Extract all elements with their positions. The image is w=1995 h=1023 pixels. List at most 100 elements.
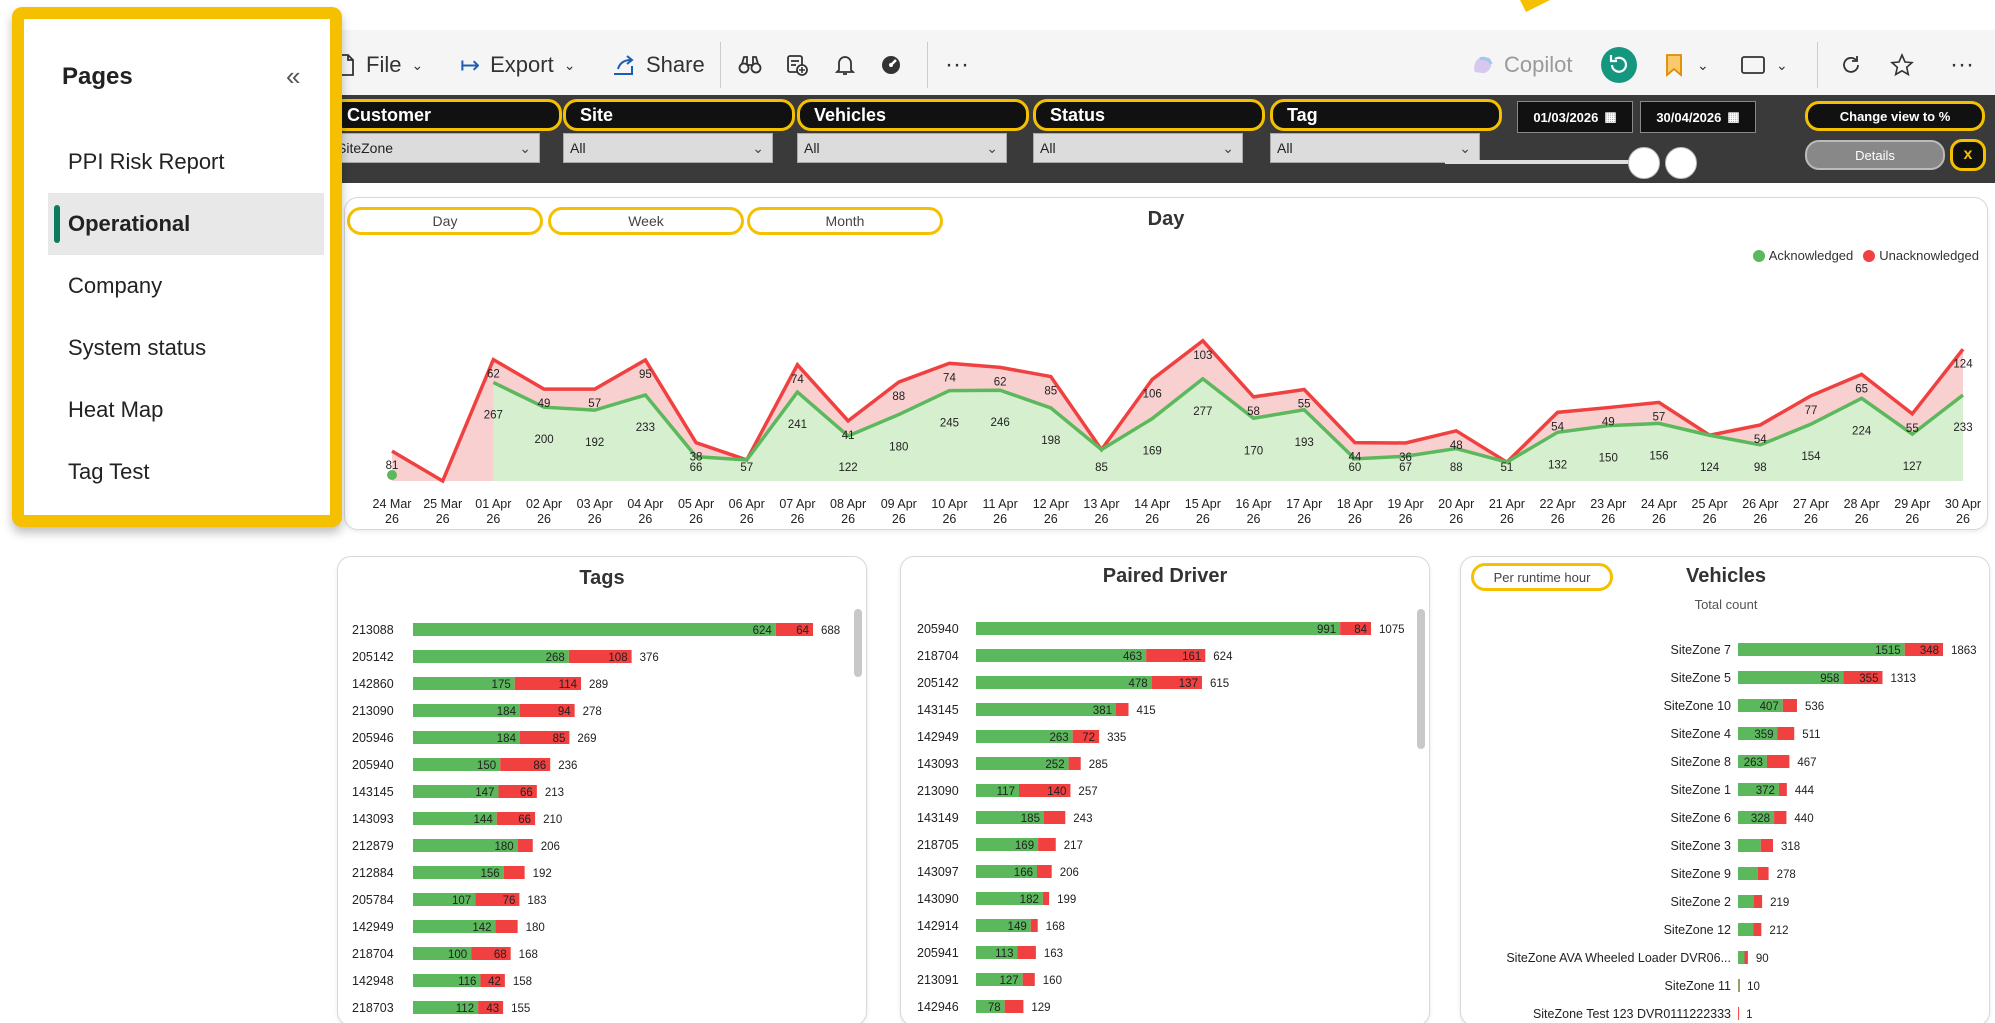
bar-unack-segment <box>1774 811 1787 824</box>
bar-total-value: 90 <box>1756 953 1769 965</box>
x-tick-label: 06 Apr 26 <box>729 497 765 526</box>
more-options-button[interactable]: ··· <box>945 30 969 100</box>
file-label: File <box>366 52 402 77</box>
change-view-button[interactable]: Change view to % <box>1805 101 1985 131</box>
paired-scrollbar[interactable] <box>1417 609 1425 749</box>
date-slider-end-handle[interactable] <box>1665 147 1697 179</box>
bar-ack-value: 116 <box>458 976 476 988</box>
reset-button[interactable] <box>1600 30 1638 100</box>
slicer-status-dropdown[interactable]: All ⌄ <box>1033 133 1243 163</box>
unack-data-label: 106 <box>1143 389 1162 401</box>
x-tick-label: 11 Apr 26 <box>983 497 1018 526</box>
bar-ack-segment <box>1738 839 1761 852</box>
bar-ack-value: 407 <box>1760 701 1779 713</box>
bar-total-value: 236 <box>558 760 577 772</box>
performance-icon[interactable] <box>880 30 902 100</box>
bar-category-label: SiteZone 7 <box>1671 643 1732 657</box>
date-slider-start-handle[interactable] <box>1628 147 1660 179</box>
date-from-input[interactable]: 01/03/2026 ▦ <box>1517 101 1633 133</box>
date-slider-track[interactable] <box>1445 160 1645 164</box>
bell-icon[interactable] <box>835 30 855 100</box>
bar-unack-segment <box>1004 1000 1024 1013</box>
bar-ack-segment <box>1738 895 1754 908</box>
bar-ack-value: 169 <box>1015 840 1034 852</box>
slicer-vehicles[interactable]: Vehicles All ⌄ <box>797 99 1029 163</box>
bar-category-label: 213090 <box>352 704 394 718</box>
page-ppi-risk-report[interactable]: PPI Risk Report <box>48 131 324 193</box>
bar-category-label: 143145 <box>917 703 959 717</box>
bar-unack-value: 348 <box>1920 645 1939 657</box>
x-tick-label: 04 Apr 26 <box>627 497 663 526</box>
subscribe-icon[interactable] <box>785 30 809 100</box>
file-menu[interactable]: File ⌄ <box>336 30 423 100</box>
x-tick-label: 18 Apr 26 <box>1337 497 1373 526</box>
share-label: Share <box>646 52 705 77</box>
date-to-input[interactable]: 30/04/2026 ▦ <box>1640 101 1756 133</box>
bar-total-value: 1075 <box>1379 624 1405 636</box>
ack-data-label: 85 <box>1095 462 1108 474</box>
copilot-button[interactable]: Copilot <box>1470 30 1572 100</box>
bar-ack-value: 100 <box>448 949 467 961</box>
ack-data-label: 267 <box>484 409 503 421</box>
binoculars-icon[interactable] <box>738 30 762 100</box>
bar-ack-value: 991 <box>1317 624 1336 636</box>
x-tick-label: 07 Apr 26 <box>779 497 815 526</box>
bar-category-label: 205946 <box>352 731 394 745</box>
export-label: Export <box>490 52 554 77</box>
bookmark-button[interactable]: ⌄ <box>1665 30 1709 100</box>
ack-data-label: 169 <box>1143 446 1162 458</box>
bar-category-label: SiteZone 2 <box>1671 895 1732 909</box>
bar-unack-segment <box>1778 783 1787 796</box>
more-right-button[interactable]: ··· <box>1950 30 1974 100</box>
close-filter-button[interactable]: x <box>1950 139 1986 171</box>
bar-ack-value: 1515 <box>1875 645 1901 657</box>
page-heat-map[interactable]: Heat Map <box>48 379 324 441</box>
page-system-status[interactable]: System status <box>48 317 324 379</box>
date-from-value: 01/03/2026 <box>1533 109 1599 125</box>
x-tick-label: 23 Apr 26 <box>1590 497 1626 526</box>
bar-unack-segment <box>1022 973 1035 986</box>
unack-data-label: 62 <box>994 376 1007 388</box>
bar-category-label: SiteZone 5 <box>1671 671 1732 685</box>
x-tick-label: 01 Apr 26 <box>475 497 511 526</box>
slicer-customer-dropdown[interactable]: SiteZone ⌄ <box>330 133 540 163</box>
bar-total-value: 376 <box>640 652 659 664</box>
bar-ack-segment <box>976 622 1341 635</box>
slicer-customer[interactable]: Customer SiteZone ⌄ <box>330 99 562 163</box>
slicer-site-dropdown[interactable]: All ⌄ <box>563 133 773 163</box>
bar-category-label: 142949 <box>352 920 394 934</box>
page-operational[interactable]: Operational <box>48 193 324 255</box>
copilot-icon <box>1474 56 1493 74</box>
bar-ack-value: 166 <box>1014 867 1033 879</box>
ack-data-label: 154 <box>1801 451 1821 463</box>
x-tick-label: 15 Apr 26 <box>1185 497 1221 526</box>
bar-unack-value: 355 <box>1859 673 1878 685</box>
ack-data-label: 150 <box>1599 453 1618 465</box>
details-button[interactable]: Details <box>1805 140 1945 170</box>
slicer-tag[interactable]: Tag All ⌄ <box>1270 99 1502 163</box>
bar-unack-value: 64 <box>796 625 809 637</box>
tags-scrollbar[interactable] <box>854 609 862 677</box>
export-menu[interactable]: ↦ Export ⌄ <box>460 30 575 100</box>
bar-total-value: 199 <box>1057 894 1076 906</box>
bar-unack-value: 140 <box>1047 786 1066 798</box>
bar-category-label: 205142 <box>917 676 959 690</box>
slicer-status[interactable]: Status All ⌄ <box>1033 99 1265 163</box>
bar-ack-value: 478 <box>1128 678 1147 690</box>
share-button[interactable]: Share <box>612 30 705 100</box>
favorite-star-icon[interactable] <box>1890 30 1914 100</box>
slicer-vehicles-dropdown[interactable]: All ⌄ <box>797 133 1007 163</box>
view-button[interactable]: ⌄ <box>1740 30 1788 100</box>
bar-category-label: 213088 <box>352 623 394 637</box>
bar-total-value: 1 <box>1746 1009 1752 1021</box>
bar-ack-segment <box>1738 951 1745 964</box>
page-tag-test[interactable]: Tag Test <box>48 441 324 503</box>
bar-ack-value: 381 <box>1093 705 1112 717</box>
bar-unack-value: 42 <box>488 976 501 988</box>
bar-unack-value: 108 <box>608 652 627 664</box>
refresh-icon[interactable] <box>1840 30 1862 100</box>
slicer-tag-dropdown[interactable]: All ⌄ <box>1270 133 1480 163</box>
slicer-site[interactable]: Site All ⌄ <box>563 99 795 163</box>
page-company[interactable]: Company <box>48 255 324 317</box>
collapse-icon[interactable]: « <box>286 61 300 92</box>
